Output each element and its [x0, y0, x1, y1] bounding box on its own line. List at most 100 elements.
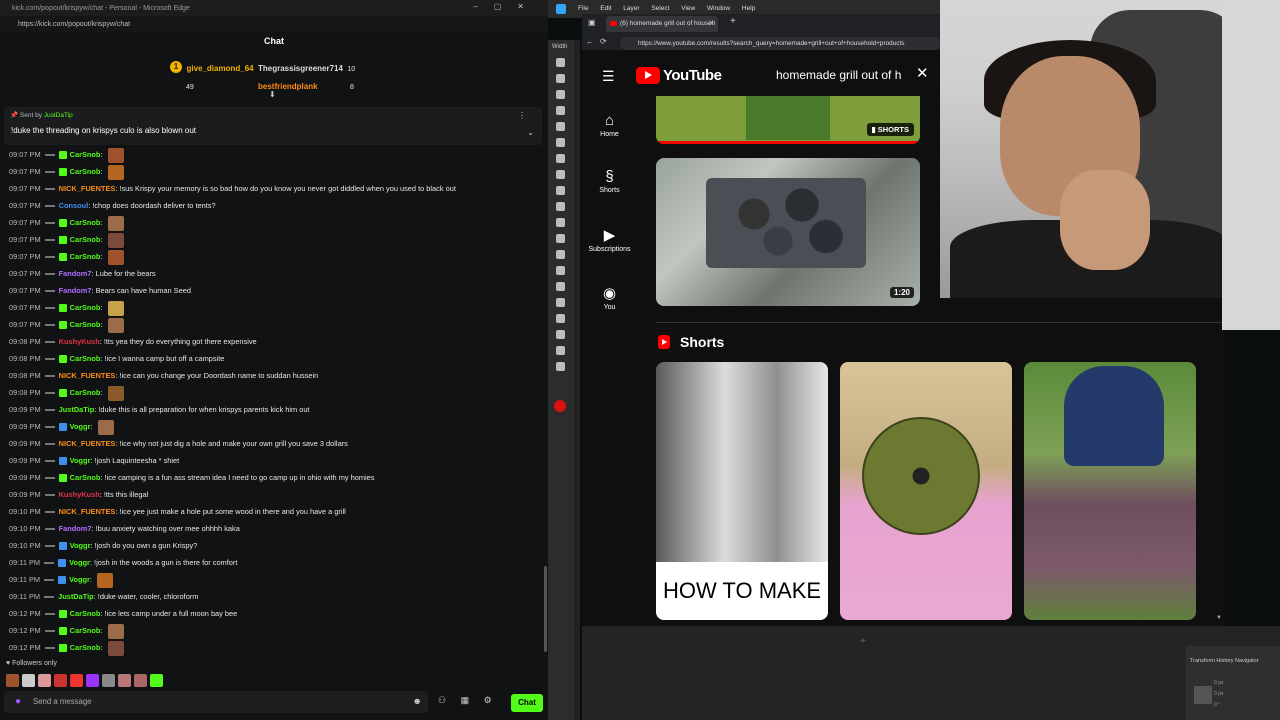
collapse-icon[interactable]: ⬇	[269, 90, 276, 99]
message-username[interactable]: CarSnob	[70, 643, 101, 652]
chat-message: 09:07 PM CarSnob:	[9, 163, 124, 180]
search-input[interactable]: homemade grill out of h	[776, 64, 938, 86]
tool-icon[interactable]	[556, 218, 565, 227]
emote-icon[interactable]	[22, 674, 35, 687]
pin-options-icon[interactable]: ⋮	[518, 111, 534, 120]
message-username[interactable]: Voggr	[70, 456, 91, 465]
message-username[interactable]: CarSnob	[70, 388, 101, 397]
tool-icon[interactable]	[556, 154, 565, 163]
message-username[interactable]: CarSnob	[70, 609, 101, 618]
chevron-down-icon[interactable]: ⌄	[527, 128, 534, 137]
tool-icon[interactable]	[556, 314, 565, 323]
message-username[interactable]: NICK_FUENTES	[59, 371, 116, 380]
tool-icon[interactable]	[556, 202, 565, 211]
emote-icon[interactable]	[102, 674, 115, 687]
message-username[interactable]: NICK_FUENTES	[59, 439, 116, 448]
message-username[interactable]: JustDaTip	[58, 592, 94, 601]
message-username[interactable]: CarSnob	[70, 354, 101, 363]
scroll-down-icon[interactable]: ▼	[1216, 615, 1222, 621]
message-username[interactable]: NICK_FUENTES	[59, 507, 116, 516]
photoshop-menu[interactable]: File Edit Layer Select View Window Help	[578, 5, 755, 12]
message-username[interactable]: Consoul	[59, 201, 89, 210]
message-username[interactable]: CarSnob	[70, 235, 101, 244]
tool-icon[interactable]	[556, 74, 565, 83]
message-username[interactable]: KushyKush	[59, 490, 100, 499]
message-time: 09:07 PM	[9, 201, 41, 210]
tool-icon[interactable]	[556, 138, 565, 147]
short-video-card[interactable]: HOW TO MAKE	[656, 362, 828, 620]
message-username[interactable]: CarSnob	[70, 252, 101, 261]
tool-icon[interactable]	[556, 106, 565, 115]
message-username[interactable]: Fandom7	[59, 269, 92, 278]
message-username[interactable]: Fandom7	[59, 524, 92, 533]
tool-icon[interactable]	[556, 186, 565, 195]
address-bar[interactable]: https://www.youtube.com/results?search_q…	[620, 37, 940, 50]
top-gifter-second[interactable]: Thegrassisgreener714 10 bestfriendplank …	[258, 58, 355, 94]
message-username[interactable]: CarSnob	[70, 320, 101, 329]
emote-icon[interactable]	[134, 674, 147, 687]
video-thumbnail-grill[interactable]: 1:20	[656, 158, 920, 306]
separator: :	[100, 388, 105, 397]
tab-actions-icon[interactable]: ▣	[588, 18, 596, 27]
short-video-card[interactable]	[1024, 362, 1196, 620]
tool-icon[interactable]	[556, 362, 565, 371]
message-username[interactable]: CarSnob	[70, 218, 101, 227]
video-thumbnail-shorts[interactable]: ▮ SHORTS	[656, 96, 920, 144]
short-video-card[interactable]	[840, 362, 1012, 620]
menu-icon[interactable]: ☰	[602, 68, 615, 85]
emote-icon[interactable]	[118, 674, 131, 687]
clear-search-icon[interactable]: ✕	[916, 64, 929, 82]
microphone-icon[interactable]: ●	[15, 696, 21, 707]
message-username[interactable]: NICK_FUENTES	[59, 184, 116, 193]
emoji-icon[interactable]: ☻	[413, 696, 422, 706]
message-username[interactable]: CarSnob	[70, 303, 101, 312]
emote-icon[interactable]	[54, 674, 67, 687]
message-username[interactable]: Fandom7	[59, 286, 92, 295]
message-username[interactable]: CarSnob	[70, 167, 101, 176]
emote-icon[interactable]	[6, 674, 19, 687]
browser-tab[interactable]: (6) homemade grill out of househ ✕	[606, 16, 718, 32]
message-username[interactable]: Voggr	[69, 575, 90, 584]
nav-subscriptions[interactable]: ▶ Subscriptions	[582, 226, 637, 253]
top-gifter-first[interactable]: 1 give_diamond_64 49	[170, 58, 254, 94]
message-username[interactable]: Voggr	[70, 422, 91, 431]
tool-icon[interactable]	[556, 282, 565, 291]
tool-icon[interactable]	[556, 266, 565, 275]
tool-icon[interactable]	[556, 298, 565, 307]
close-tab-icon[interactable]: ✕	[709, 16, 714, 32]
emote-icon[interactable]	[86, 674, 99, 687]
chat-url-bar[interactable]: https://kick.com/popout/krispyw/chat	[0, 16, 548, 32]
nav-home[interactable]: ⌂ Home	[582, 112, 637, 138]
tool-icon[interactable]	[556, 58, 565, 67]
message-username[interactable]: Voggr	[70, 541, 91, 550]
tool-icon[interactable]	[556, 90, 565, 99]
nav-shorts[interactable]: § Shorts	[582, 168, 637, 194]
message-username[interactable]: JustDaTip	[59, 405, 95, 414]
emote-icon[interactable]	[70, 674, 83, 687]
nav-you[interactable]: ◉ You	[582, 284, 637, 311]
tool-icon[interactable]	[556, 330, 565, 339]
nav-buttons[interactable]: ←⟳	[586, 37, 613, 46]
send-chat-button[interactable]: Chat	[511, 694, 543, 712]
tool-icon[interactable]	[556, 170, 565, 179]
message-username[interactable]: CarSnob	[70, 626, 101, 635]
window-controls[interactable]: –▢✕	[473, 2, 540, 11]
message-time: 09:07 PM	[9, 286, 41, 295]
message-username[interactable]: KushyKush	[59, 337, 100, 346]
tool-icon[interactable]	[556, 234, 565, 243]
foreground-color-icon[interactable]	[554, 400, 566, 412]
tool-icon[interactable]	[556, 250, 565, 259]
message-username[interactable]: CarSnob	[70, 150, 101, 159]
emote-icon[interactable]	[38, 674, 51, 687]
chat-scrollbar[interactable]	[544, 566, 547, 652]
chat-toolbar-icons[interactable]: ⚇ ▦ ⚙	[438, 695, 498, 706]
tool-icon[interactable]	[556, 346, 565, 355]
message-username[interactable]: Voggr	[69, 558, 90, 567]
emote-icon[interactable]	[150, 674, 163, 687]
youtube-logo[interactable]: YouTube	[636, 67, 722, 84]
new-tab-icon[interactable]: +	[730, 16, 736, 27]
message-input[interactable]: ● Send a message ☻	[4, 691, 428, 713]
panel-tabs[interactable]: Transform History Navigator	[1186, 646, 1280, 676]
message-username[interactable]: CarSnob	[70, 473, 101, 482]
tool-icon[interactable]	[556, 122, 565, 131]
